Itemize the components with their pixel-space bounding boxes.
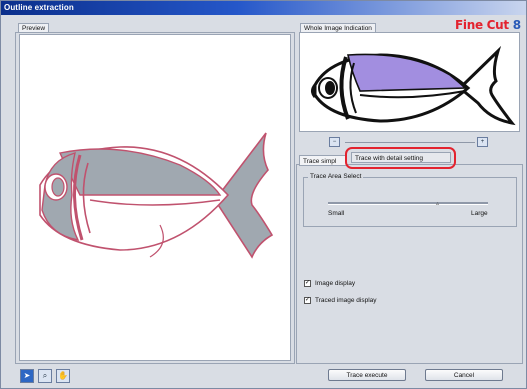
image-display-label: Image display	[315, 280, 356, 287]
fine-cut-logo: Fine Cut 8	[455, 18, 521, 32]
zoom-slider[interactable]	[345, 142, 475, 143]
hand-icon[interactable]: ✋	[56, 369, 70, 383]
pointer-icon[interactable]: ➤	[20, 369, 34, 383]
zoom-out-button[interactable]: −	[329, 137, 340, 147]
cancel-button[interactable]: Cancel	[425, 369, 503, 381]
whole-image-fish	[311, 45, 516, 126]
slider-max-label: Large	[471, 210, 488, 217]
title-bar: Outline extraction	[1, 1, 526, 15]
zoom-in-button[interactable]: +	[477, 137, 488, 147]
magnifier-icon[interactable]: ⌕	[38, 369, 52, 383]
preview-canvas[interactable]	[19, 34, 291, 361]
traced-image-display-label: Traced image display	[315, 297, 377, 304]
window-title: Outline extraction	[4, 3, 74, 12]
preview-fish-image	[39, 132, 274, 259]
trace-area-slider[interactable]	[328, 202, 488, 205]
whole-image-canvas[interactable]	[299, 32, 520, 132]
slider-min-label: Small	[328, 210, 345, 217]
tab-trace-simple[interactable]: Trace simpl	[299, 155, 347, 166]
trace-execute-button[interactable]: Trace execute	[328, 369, 406, 381]
tab-highlight-ring	[345, 147, 456, 169]
trace-area-slider-thumb[interactable]: ▵	[436, 200, 439, 207]
trace-area-label: Trace Area Select	[308, 173, 364, 180]
traced-image-display-checkbox[interactable]: ✓	[304, 297, 311, 304]
image-display-checkbox[interactable]: ✓	[304, 280, 311, 287]
outline-extraction-window: Outline extraction Fine Cut 8 Preview Wh…	[0, 0, 527, 389]
